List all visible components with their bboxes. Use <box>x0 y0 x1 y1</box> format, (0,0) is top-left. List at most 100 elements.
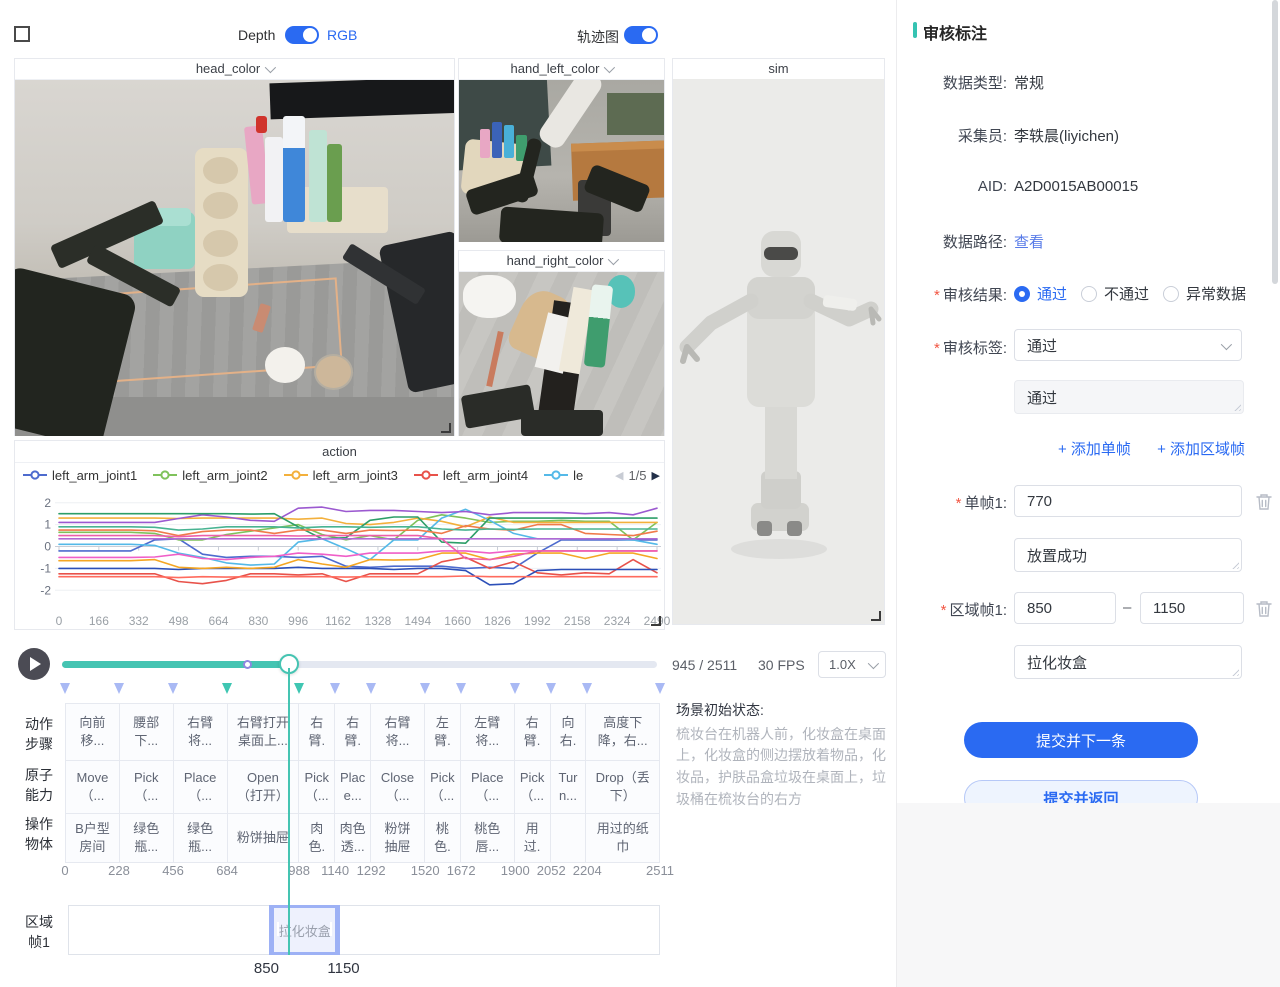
add-region-frame-link[interactable]: + 添加区域帧 <box>1157 441 1245 458</box>
step-boundary-marker[interactable] <box>168 683 178 694</box>
legend-item[interactable]: left_arm_joint2 <box>153 468 267 483</box>
speed-select[interactable]: 1.0X <box>818 651 886 678</box>
play-button[interactable] <box>18 648 50 680</box>
step-cell[interactable]: Drop（丢 下） <box>586 761 659 813</box>
step-cell[interactable]: 右臂 将... <box>174 704 228 760</box>
single-frame-input[interactable]: 770 <box>1014 485 1242 517</box>
step-cell[interactable]: Move （... <box>66 761 120 813</box>
step-cell[interactable]: 用过的纸 巾 <box>586 814 659 862</box>
review-tag-select[interactable]: 通过 <box>1014 329 1242 361</box>
step-cell[interactable]: Pick （... <box>425 761 461 813</box>
chevron-down-icon <box>1221 339 1232 350</box>
step-boundary-marker[interactable] <box>546 683 556 694</box>
depth-rgb-toggle[interactable] <box>285 26 319 44</box>
submit-return-button[interactable]: 提交并返回 <box>964 780 1198 803</box>
radio-selected[interactable] <box>1014 286 1030 302</box>
step-cell[interactable]: Pick （... <box>515 761 551 813</box>
delete-region-frame-icon[interactable] <box>1256 600 1272 618</box>
step-cell[interactable]: 肉 色. <box>299 814 335 862</box>
region-start-input[interactable]: 850 <box>1014 592 1116 624</box>
data-path-view-link[interactable]: 查看 <box>1014 231 1044 252</box>
step-cell[interactable]: 桃色 唇... <box>461 814 515 862</box>
head-camera-selector[interactable]: head_color <box>15 59 454 80</box>
step-cell[interactable] <box>551 814 587 862</box>
hand-left-camera-selector[interactable]: hand_left_color <box>459 59 664 80</box>
step-cell[interactable]: 右 臂. <box>515 704 551 760</box>
trajectory-label: 轨迹图 <box>577 27 619 47</box>
step-boundary-marker[interactable] <box>456 683 466 694</box>
data-path-label: 数据路径: <box>897 231 1007 252</box>
step-cell[interactable]: 左 臂. <box>425 704 461 760</box>
step-cell[interactable]: Place （... <box>174 761 228 813</box>
sim-viewport[interactable] <box>673 79 884 624</box>
step-cell[interactable]: Pick （... <box>299 761 335 813</box>
resize-corner-icon[interactable] <box>871 611 881 621</box>
fullscreen-icon[interactable] <box>14 26 30 42</box>
delete-single-frame-icon[interactable] <box>1256 493 1272 511</box>
step-cell[interactable]: 向前 移... <box>66 704 120 760</box>
step-cell[interactable]: 高度下 降，右... <box>586 704 659 760</box>
step-boundary-marker[interactable] <box>330 683 340 694</box>
step-cell[interactable]: 用 过. <box>515 814 551 862</box>
legend-prev-icon[interactable]: ◀ <box>615 469 623 482</box>
resize-corner-icon[interactable] <box>441 423 451 433</box>
radio-unselected[interactable] <box>1081 286 1097 302</box>
legend-next-icon[interactable]: ▶ <box>652 469 660 482</box>
step-boundary-marker[interactable] <box>114 683 124 694</box>
resize-corner-icon[interactable] <box>651 616 661 626</box>
step-boundary-marker[interactable] <box>366 683 376 694</box>
review-result-label: *审核结果: <box>897 284 1007 305</box>
step-boundary-marker[interactable] <box>222 683 232 694</box>
resize-handle-icon[interactable] <box>1232 402 1241 411</box>
review-tag-label: *审核标签: <box>897 337 1007 358</box>
step-boundary-marker[interactable] <box>510 683 520 694</box>
single-frame-note-textarea[interactable]: 放置成功 <box>1014 538 1242 572</box>
step-cell[interactable]: Pick （... <box>120 761 174 813</box>
radio-label[interactable]: 不通过 <box>1104 286 1149 303</box>
step-cell[interactable]: Close （... <box>371 761 425 813</box>
chart-title: action <box>15 441 664 463</box>
step-cell[interactable]: 桃 色. <box>425 814 461 862</box>
region-frame-note-textarea[interactable]: 拉化妆盒 <box>1014 645 1242 679</box>
resize-handle-icon[interactable] <box>1230 667 1239 676</box>
legend-item[interactable]: le <box>544 468 583 483</box>
step-boundary-marker[interactable] <box>655 683 665 694</box>
step-cell[interactable]: 右臂 将... <box>371 704 425 760</box>
step-boundary-marker[interactable] <box>60 683 70 694</box>
step-cell[interactable]: Place （... <box>461 761 515 813</box>
timeline-slider[interactable] <box>62 661 657 668</box>
sim-robot <box>673 79 884 624</box>
radio-unselected[interactable] <box>1163 286 1179 302</box>
step-boundary-marker[interactable] <box>420 683 430 694</box>
review-tag-textarea[interactable]: 通过 <box>1014 380 1244 414</box>
step-cell[interactable]: Plac e... <box>335 761 371 813</box>
region-frame-block[interactable]: 拉化妆盒 <box>269 905 340 955</box>
step-cell[interactable]: 左臂 将... <box>461 704 515 760</box>
legend-item[interactable]: left_arm_joint4 <box>414 468 528 483</box>
step-cell[interactable]: Tur n... <box>551 761 587 813</box>
radio-label[interactable]: 通过 <box>1037 286 1067 303</box>
legend-item[interactable]: left_arm_joint3 <box>284 468 398 483</box>
radio-label[interactable]: 异常数据 <box>1186 286 1246 303</box>
step-cell[interactable]: 腰部 下... <box>120 704 174 760</box>
step-cell[interactable]: 粉饼 抽屉 <box>371 814 425 862</box>
step-cell[interactable]: 向 右. <box>551 704 587 760</box>
playhead-line[interactable] <box>288 668 290 955</box>
region-end-input[interactable]: 1150 <box>1140 592 1244 624</box>
scrollbar-thumb[interactable] <box>1272 0 1278 284</box>
step-boundary-marker[interactable] <box>582 683 592 694</box>
submit-next-button[interactable]: 提交并下一条 <box>964 722 1198 758</box>
hand-right-camera-selector[interactable]: hand_right_color <box>459 251 664 272</box>
step-cell[interactable]: 绿色 瓶... <box>120 814 174 862</box>
chevron-down-icon <box>604 62 615 73</box>
step-cell[interactable]: 右 臂. <box>299 704 335 760</box>
trajectory-toggle[interactable] <box>624 26 658 44</box>
add-single-frame-link[interactable]: + 添加单帧 <box>1058 441 1131 458</box>
legend-item[interactable]: left_arm_joint1 <box>23 468 137 483</box>
step-cell[interactable]: B户型 房间 <box>66 814 120 862</box>
step-cell[interactable]: 绿色 瓶... <box>174 814 228 862</box>
step-boundary-marker[interactable] <box>294 683 304 694</box>
resize-handle-icon[interactable] <box>1230 560 1239 569</box>
step-cell[interactable]: 右 臂. <box>335 704 371 760</box>
step-cell[interactable]: 肉色 透... <box>335 814 371 862</box>
